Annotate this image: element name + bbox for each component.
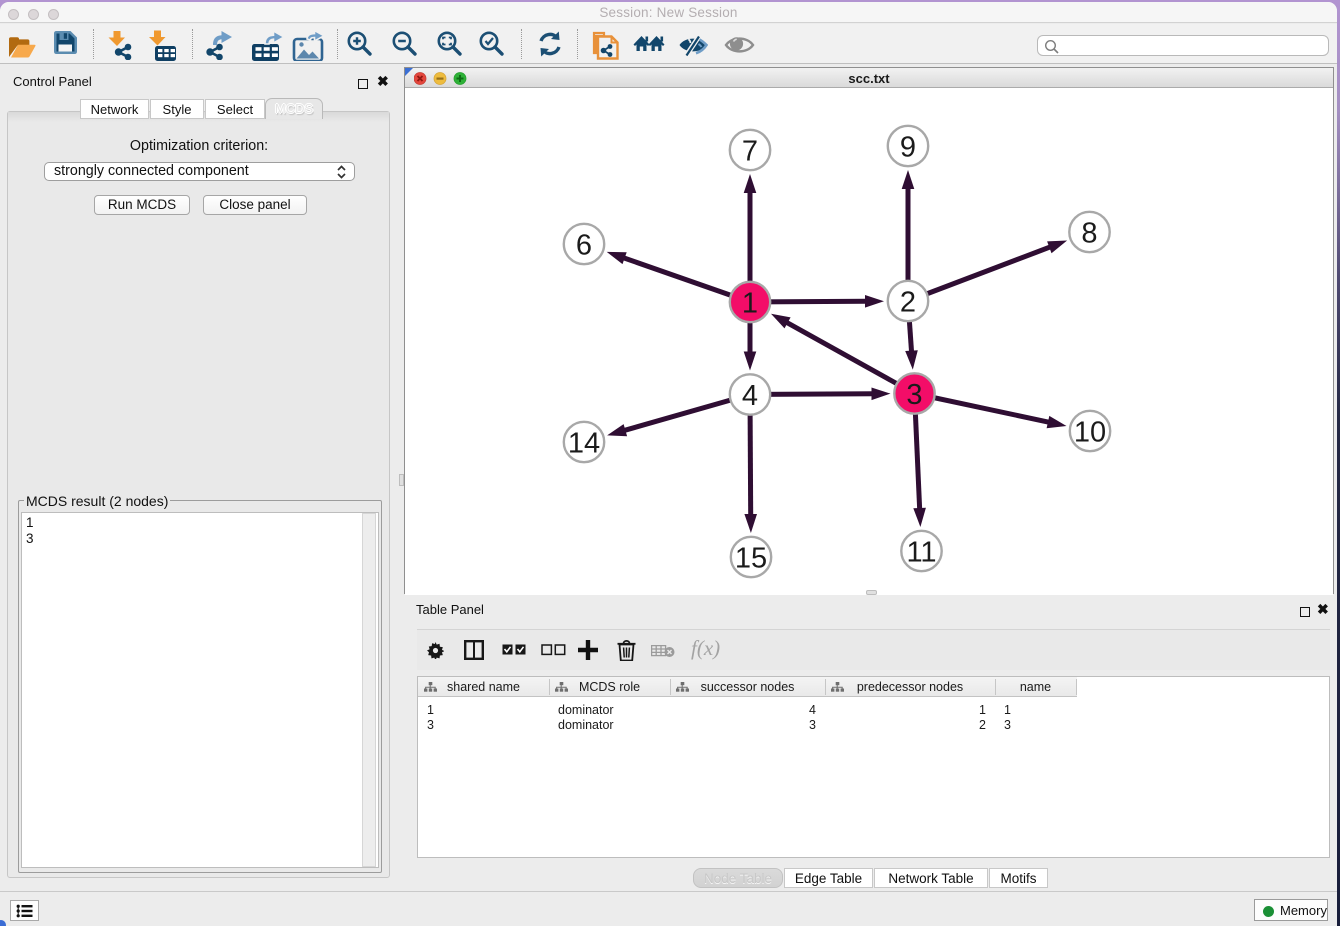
- svg-text:9: 9: [900, 131, 916, 163]
- svg-text:11: 11: [906, 536, 936, 568]
- svg-text:4: 4: [742, 380, 758, 412]
- svg-text:14: 14: [568, 427, 600, 459]
- svg-text:15: 15: [735, 542, 767, 574]
- svg-text:6: 6: [576, 229, 592, 261]
- svg-text:8: 8: [1081, 217, 1097, 249]
- svg-text:3: 3: [906, 379, 922, 411]
- svg-text:1: 1: [742, 287, 758, 319]
- svg-text:7: 7: [742, 135, 758, 167]
- svg-text:10: 10: [1074, 416, 1106, 448]
- svg-text:2: 2: [900, 286, 916, 318]
